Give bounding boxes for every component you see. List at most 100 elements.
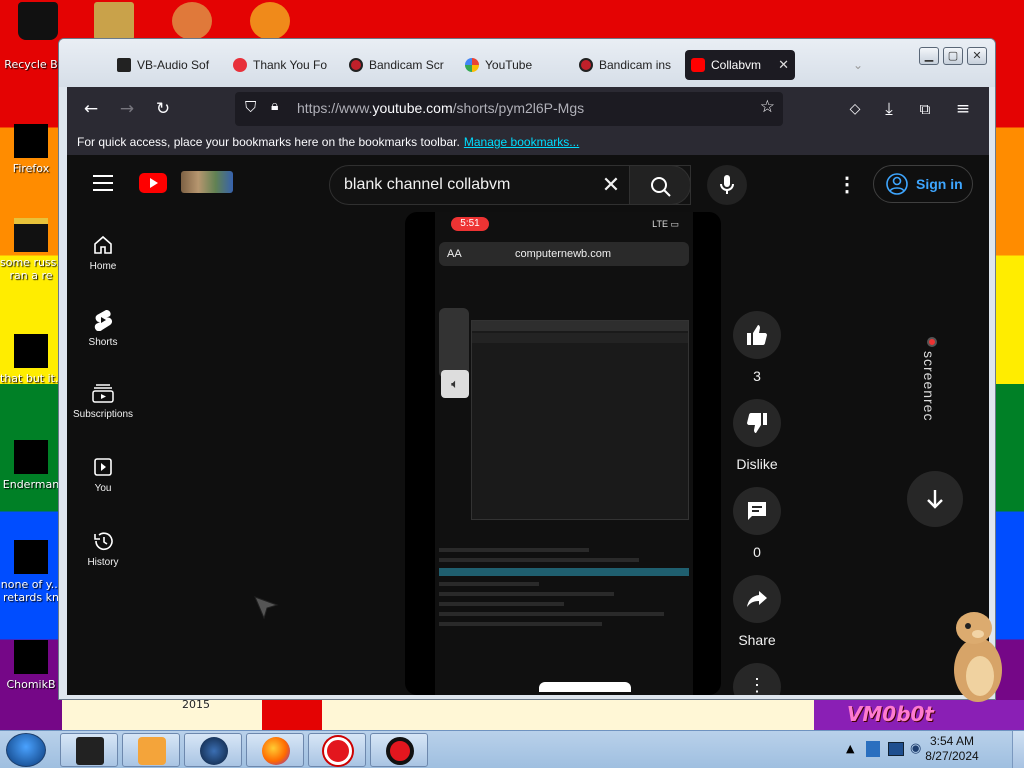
firefox-icon	[14, 124, 48, 158]
desktop-app-icon-2[interactable]	[250, 2, 290, 40]
tracking-shield-icon[interactable]: ⛉	[245, 98, 256, 116]
sign-in-button[interactable]: Sign in	[873, 165, 973, 203]
record-icon	[386, 737, 414, 765]
google-favicon-icon	[465, 58, 479, 72]
tab-list-chevron-icon[interactable]: ⌄	[847, 50, 871, 80]
like-button[interactable]: 3	[733, 311, 781, 384]
nav-you[interactable]: You	[67, 457, 139, 494]
reload-icon[interactable]: ↻	[151, 97, 175, 121]
taskbar-app-3[interactable]	[184, 733, 242, 767]
recorded-screen	[471, 320, 689, 520]
clear-search-icon[interactable]: ✕	[598, 172, 624, 198]
settings-kebab-icon[interactable]: ⋮	[837, 175, 857, 197]
search-button[interactable]	[629, 165, 691, 205]
taskbar-recorder[interactable]	[370, 733, 428, 767]
downloads-icon[interactable]: ⤓	[877, 97, 901, 121]
comments-button[interactable]: 0	[733, 487, 781, 560]
share-label: Share	[738, 632, 776, 648]
taskbar-bandicam[interactable]	[308, 733, 366, 767]
desktop-icon-chomikb[interactable]: ChomikB	[0, 640, 62, 691]
record-dot-icon	[927, 337, 937, 347]
tab-vb-audio[interactable]: VB-Audio Sof	[111, 50, 219, 80]
back-arrow-icon[interactable]: ←	[79, 97, 103, 121]
tab-youtube[interactable]: YouTube	[459, 50, 567, 80]
desktop-folder-icon[interactable]	[94, 2, 134, 40]
search-icon	[651, 177, 671, 197]
tab-close-icon[interactable]: ✕	[778, 57, 789, 73]
nav-subscriptions[interactable]: Subscriptions	[67, 383, 139, 420]
tab-thank-you[interactable]: Thank You Fo	[227, 50, 335, 80]
pocket-icon[interactable]: ◇	[843, 97, 867, 121]
more-actions-button[interactable]: ⋮	[733, 663, 781, 695]
dislike-button[interactable]: Dislike	[733, 399, 781, 472]
file-icon	[14, 540, 48, 574]
forward-arrow-icon[interactable]: →	[115, 97, 139, 121]
desktop-app-icon[interactable]	[172, 2, 212, 40]
youtube-doodle[interactable]	[181, 171, 233, 193]
tray-app-icon[interactable]	[866, 741, 880, 757]
voice-search-button[interactable]	[707, 165, 747, 205]
globe-icon	[200, 737, 228, 765]
network-icon[interactable]	[888, 742, 904, 756]
media-player-icon	[138, 737, 166, 765]
extensions-icon[interactable]: ⧉	[913, 97, 937, 121]
tab-collabvm[interactable]: Collabvm ✕	[685, 50, 795, 80]
tray-expand-icon[interactable]: ▲	[846, 742, 854, 755]
vb-audio-favicon-icon	[117, 58, 131, 72]
subscriptions-icon	[92, 384, 114, 403]
bookmark-star-icon[interactable]: ☆	[760, 97, 775, 117]
url-text[interactable]: https://www.youtube.com/shorts/pym2l6P-M…	[297, 100, 584, 116]
start-button[interactable]	[6, 733, 46, 767]
shorts-video-player[interactable]: 5:51 LTE ▭ AA computernewb.com 🔈︎	[405, 212, 721, 695]
show-desktop-button[interactable]	[1012, 731, 1024, 768]
like-count: 3	[753, 368, 761, 384]
wallpaper-strip: 2015 VM0b0t	[62, 698, 1024, 730]
taskbar-app-2[interactable]	[122, 733, 180, 767]
maximize-button[interactable]: ▢	[943, 47, 963, 65]
mouse-cursor-icon	[254, 596, 279, 620]
video-frame: 5:51 LTE ▭ AA computernewb.com 🔈︎	[435, 212, 693, 695]
guide-menu-icon[interactable]	[93, 175, 113, 191]
bandicam-favicon-icon	[349, 58, 363, 72]
status-time: 5:51	[451, 217, 489, 231]
tab-bandicam-screen[interactable]: Bandicam Scr	[343, 50, 451, 80]
bandicam-favicon-icon	[579, 58, 593, 72]
desktop-icon-firefox[interactable]: Firefox	[0, 124, 62, 175]
desktop-icon-recycle-bin[interactable]: Recycle B	[0, 58, 62, 71]
arrow-down-icon	[927, 490, 943, 509]
minimize-button[interactable]: ▁	[919, 47, 939, 65]
wallpaper-watermark: VM0b0t	[846, 702, 934, 726]
app-menu-icon[interactable]: ≡	[951, 97, 975, 121]
clock[interactable]: 3:54 AM 8/27/2024	[920, 734, 984, 764]
nav-shorts[interactable]: Shorts	[67, 309, 139, 348]
screenrec-overlay[interactable]: screenrec	[921, 337, 943, 427]
status-network: LTE ▭	[652, 219, 679, 229]
lock-icon[interactable]: 🔒︎	[271, 98, 278, 114]
recycle-bin-icon[interactable]	[18, 2, 58, 40]
taskbar-firefox[interactable]	[246, 733, 304, 767]
search-input[interactable]	[344, 174, 594, 196]
file-icon	[14, 218, 48, 252]
tab-bandicam-install[interactable]: Bandicam ins	[573, 50, 681, 80]
desktop-icon-none-of-y[interactable]: none of y... retards kn	[0, 540, 62, 604]
hamster-sticker	[954, 612, 1002, 702]
volume-icon[interactable]: 🔈︎	[441, 370, 469, 398]
close-window-button[interactable]: ✕	[967, 47, 987, 65]
comment-count: 0	[753, 544, 761, 560]
desktop-icon-that-but-it[interactable]: that but it...	[0, 334, 62, 385]
youtube-logo-icon[interactable]	[139, 173, 167, 193]
desktop-icon-enderman[interactable]: Enderman	[0, 440, 62, 491]
microphone-icon	[720, 175, 734, 194]
nav-history[interactable]: History	[67, 531, 139, 568]
nav-home[interactable]: Home	[67, 235, 139, 272]
manage-bookmarks-link[interactable]: Manage bookmarks...	[464, 135, 579, 149]
taskbar-app-1[interactable]	[60, 733, 118, 767]
share-button[interactable]: Share	[733, 575, 781, 648]
next-video-button[interactable]	[907, 471, 963, 527]
shorts-icon	[94, 309, 112, 331]
desktop-icon-some-russ[interactable]: some russ... ran a re	[0, 218, 62, 282]
nav-toolbar: ← → ↻ ⛉ 🔒︎ https://www.youtube.com/short…	[67, 87, 989, 131]
file-icon	[14, 334, 48, 368]
history-icon	[94, 532, 113, 551]
url-bar[interactable]: ⛉ 🔒︎ https://www.youtube.com/shorts/pym2…	[235, 92, 783, 126]
